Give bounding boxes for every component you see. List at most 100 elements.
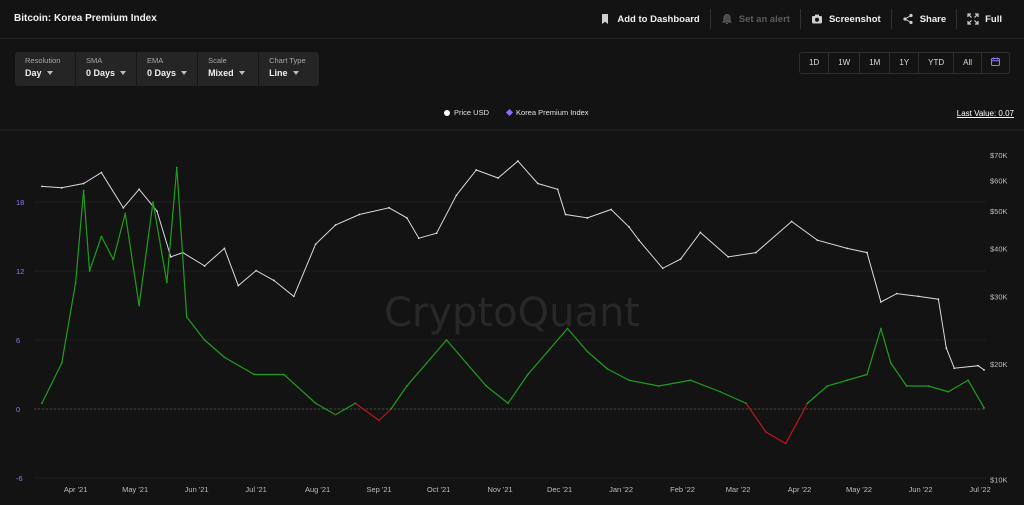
x-tick-label: Apr '21 (64, 485, 88, 494)
price-point (755, 251, 757, 254)
price-point (727, 256, 730, 258)
premium-segment-negative (378, 408, 392, 421)
premium-point (253, 373, 256, 376)
premium-segment-positive (827, 379, 848, 387)
price-point (169, 256, 172, 258)
premium-point (485, 385, 488, 387)
y-right-tick-label: $30K (990, 292, 1008, 301)
price-point (661, 267, 664, 270)
premium-point (390, 408, 392, 410)
premium-segment-positive (628, 379, 659, 387)
price-point (273, 279, 275, 282)
premium-point (60, 362, 63, 364)
price-point (334, 224, 337, 226)
price-point (497, 177, 499, 179)
premium-segment-positive (880, 328, 892, 364)
price-point (586, 217, 589, 219)
price-point (917, 295, 920, 298)
y-right-tick-label: $50K (990, 207, 1008, 216)
price-point (435, 232, 438, 235)
premium-segment-positive (485, 385, 509, 404)
y-left-tick-label: 6 (16, 336, 20, 345)
y-right-tick-label: $60K (990, 177, 1008, 186)
x-tick-label: Jul '22 (969, 485, 990, 494)
premium-segment-positive (606, 368, 630, 381)
price-point (314, 243, 317, 246)
premium-segment-positive (75, 190, 85, 283)
premium-point (74, 281, 77, 284)
x-tick-label: May '22 (846, 485, 872, 494)
price-point (679, 258, 682, 261)
y-right-tick-label: $40K (990, 244, 1008, 253)
price-point (122, 206, 125, 209)
price-point (945, 347, 948, 349)
premium-segment-positive (928, 385, 949, 393)
premium-point (806, 402, 809, 405)
premium-point (905, 385, 908, 387)
chart-svg: CryptoQuant 18 12 6 0 -6 $70K $60K $50K $40K $30K… (0, 129, 1024, 494)
premium-segment-positive (152, 201, 168, 283)
price-point (628, 225, 630, 228)
premium-segment-positive (61, 282, 77, 364)
price-point (895, 292, 898, 295)
price-point (237, 284, 240, 287)
price-point (937, 298, 940, 301)
premium-segment-positive (186, 316, 206, 341)
premium-segment-positive (390, 385, 408, 410)
price-point (790, 220, 793, 223)
x-tick-label: Dec '21 (547, 485, 572, 494)
x-tick-label: Mar '22 (726, 485, 751, 494)
premium-point (378, 419, 380, 422)
premium-segment-negative (745, 402, 767, 433)
y-left-tick-label: 0 (16, 405, 20, 414)
premium-point (425, 362, 428, 364)
x-tick-label: Oct '21 (427, 485, 451, 494)
premium-point (566, 327, 569, 330)
x-tick-label: Jul '21 (245, 485, 266, 494)
price-point (638, 239, 640, 242)
premium-point (138, 304, 141, 307)
price-point (100, 171, 103, 174)
premium-segment-positive (41, 362, 63, 404)
premium-segment-positive (82, 190, 91, 272)
price-point (405, 217, 408, 219)
price-point (156, 210, 158, 213)
y-right-tick-label: $10K (990, 476, 1008, 485)
price-point (292, 295, 295, 298)
premium-segment-positive (465, 362, 487, 387)
premium-point (465, 362, 468, 364)
price-point (536, 182, 539, 185)
premium-point (546, 350, 549, 353)
premium-segment-positive (846, 373, 868, 381)
price-point (816, 239, 819, 242)
premium-point (866, 373, 868, 376)
price-point (983, 369, 985, 371)
premium-segment-positive (224, 356, 255, 376)
premium-point (846, 379, 849, 382)
premium-point (927, 385, 930, 387)
premium-segment-positive (967, 379, 985, 409)
y-right-tick-label: $70K (990, 151, 1008, 160)
premium-point (947, 390, 950, 393)
premium-segment-positive (446, 339, 467, 364)
premium-segment-positive (527, 351, 549, 375)
price-point (475, 169, 478, 171)
y-left-tick-label: 18 (16, 198, 24, 207)
premium-point (185, 316, 188, 318)
premium-point (124, 212, 127, 215)
premium-point (100, 235, 103, 238)
premium-point (826, 385, 829, 387)
premium-segment-positive (426, 339, 447, 364)
x-tick-label: Jun '21 (185, 485, 209, 494)
premium-segment-positive (586, 351, 608, 370)
y-left-tick-label: -6 (16, 474, 23, 483)
premium-point (354, 402, 357, 405)
premium-segment-positive (507, 374, 529, 404)
premium-segment-positive (124, 213, 140, 306)
premium-point (112, 258, 115, 261)
premium-point (405, 385, 408, 387)
premium-point (165, 281, 168, 284)
price-point (60, 186, 63, 189)
price-point (699, 231, 702, 234)
premium-point (745, 402, 747, 405)
